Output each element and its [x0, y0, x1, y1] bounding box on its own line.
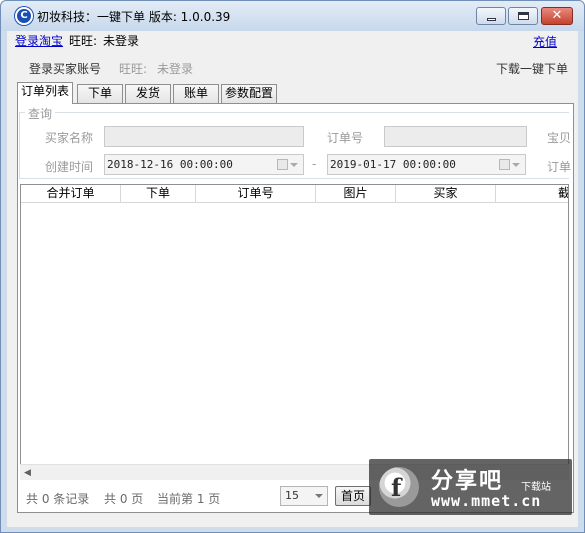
page-size-value: 15 [285, 489, 299, 502]
close-icon: ✕ [551, 8, 563, 23]
query-group-legend: 查询 [25, 105, 56, 122]
tab-place-order[interactable]: 下单 [77, 84, 123, 103]
order-grid[interactable]: 合并订单 下单 订单号 图片 买家 截 [20, 184, 569, 480]
chevron-down-icon [512, 163, 520, 167]
watermark: f 分享吧 下载站 www.mmet.cn [369, 459, 572, 515]
watermark-logo-letter: f [391, 473, 402, 502]
chevron-down-icon [290, 163, 298, 167]
maximize-button[interactable] [508, 7, 538, 25]
column-header-order-no[interactable]: 订单号 [196, 185, 316, 203]
baby-label: 宝贝 [547, 131, 572, 145]
date-to-value: 2019-01-17 00:00:00 [330, 158, 456, 171]
date-from-picker[interactable]: 2018-12-16 00:00:00 [104, 154, 304, 175]
buyer-wangwang-label: 旺旺: [119, 62, 148, 76]
tab-settings[interactable]: 参数配置 [221, 84, 277, 103]
tab-order-list[interactable]: 订单列表 [17, 82, 73, 104]
date-to-picker[interactable]: 2019-01-17 00:00:00 [327, 154, 526, 175]
watermark-name: 分享吧 [431, 469, 504, 494]
order-no-label: 订单号 [327, 131, 364, 145]
grid-header: 合并订单 下单 订单号 图片 买家 截 [21, 185, 568, 203]
date-from-value: 2018-12-16 00:00:00 [107, 158, 233, 171]
login-buyer-account-button[interactable]: 登录买家账号 [29, 60, 101, 77]
total-pages: 共 0 页 [104, 492, 144, 506]
total-records: 共 0 条记录 [26, 492, 90, 506]
title-bar[interactable]: C 初妆科技：一键下单 版本: 1.0.0.39 ✕ [1, 1, 584, 31]
watermark-sub: 下载站 [521, 482, 551, 493]
watermark-url: www.mmet.cn [431, 492, 542, 510]
column-header-merge-order[interactable]: 合并订单 [21, 185, 121, 203]
login-taobao-link[interactable]: 登录淘宝 [15, 32, 63, 49]
calendar-icon [499, 159, 510, 170]
page-size-select[interactable]: 15 [280, 486, 328, 506]
download-oneclick-button[interactable]: 下载一键下单 [496, 60, 568, 77]
maximize-icon [518, 12, 529, 20]
column-header-image[interactable]: 图片 [316, 185, 396, 203]
created-time-label: 创建时间 [45, 160, 94, 174]
app-logo-icon: C [15, 7, 33, 25]
date-range-separator: - [312, 157, 317, 171]
order-filter-label: 订单 [547, 160, 572, 174]
calendar-icon [277, 159, 288, 170]
tab-ship[interactable]: 发货 [125, 84, 171, 103]
minimize-icon [487, 18, 496, 21]
column-header-buyer[interactable]: 买家 [396, 185, 496, 203]
close-button[interactable]: ✕ [541, 7, 573, 25]
buyer-name-input[interactable] [104, 126, 304, 147]
column-header-truncated[interactable]: 截 [496, 185, 568, 203]
recharge-link[interactable]: 充值 [533, 33, 557, 50]
minimize-button[interactable] [476, 7, 506, 25]
wangwang-status: 未登录 [103, 34, 140, 48]
chevron-down-icon [315, 494, 323, 498]
wangwang-label: 旺旺: [69, 34, 98, 48]
buyer-name-label: 买家名称 [45, 131, 94, 145]
current-page: 当前第 1 页 [157, 492, 221, 506]
column-header-place-order[interactable]: 下单 [121, 185, 196, 203]
buyer-wangwang-status: 未登录 [157, 62, 194, 76]
client-area: 登录淘宝 旺旺: 未登录 充值 登录买家账号 旺旺: 未登录 下载一键下单 订单… [7, 31, 578, 527]
order-no-input[interactable] [384, 126, 527, 147]
first-page-button[interactable]: 首页 [335, 486, 371, 506]
app-window: C 初妆科技：一键下单 版本: 1.0.0.39 ✕ 登录淘宝 旺旺: 未登录 … [0, 0, 585, 533]
window-title: 初妆科技：一键下单 版本: 1.0.0.39 [37, 10, 231, 24]
tab-billing[interactable]: 账单 [173, 84, 219, 103]
scroll-left-icon[interactable]: ◀ [24, 468, 31, 478]
